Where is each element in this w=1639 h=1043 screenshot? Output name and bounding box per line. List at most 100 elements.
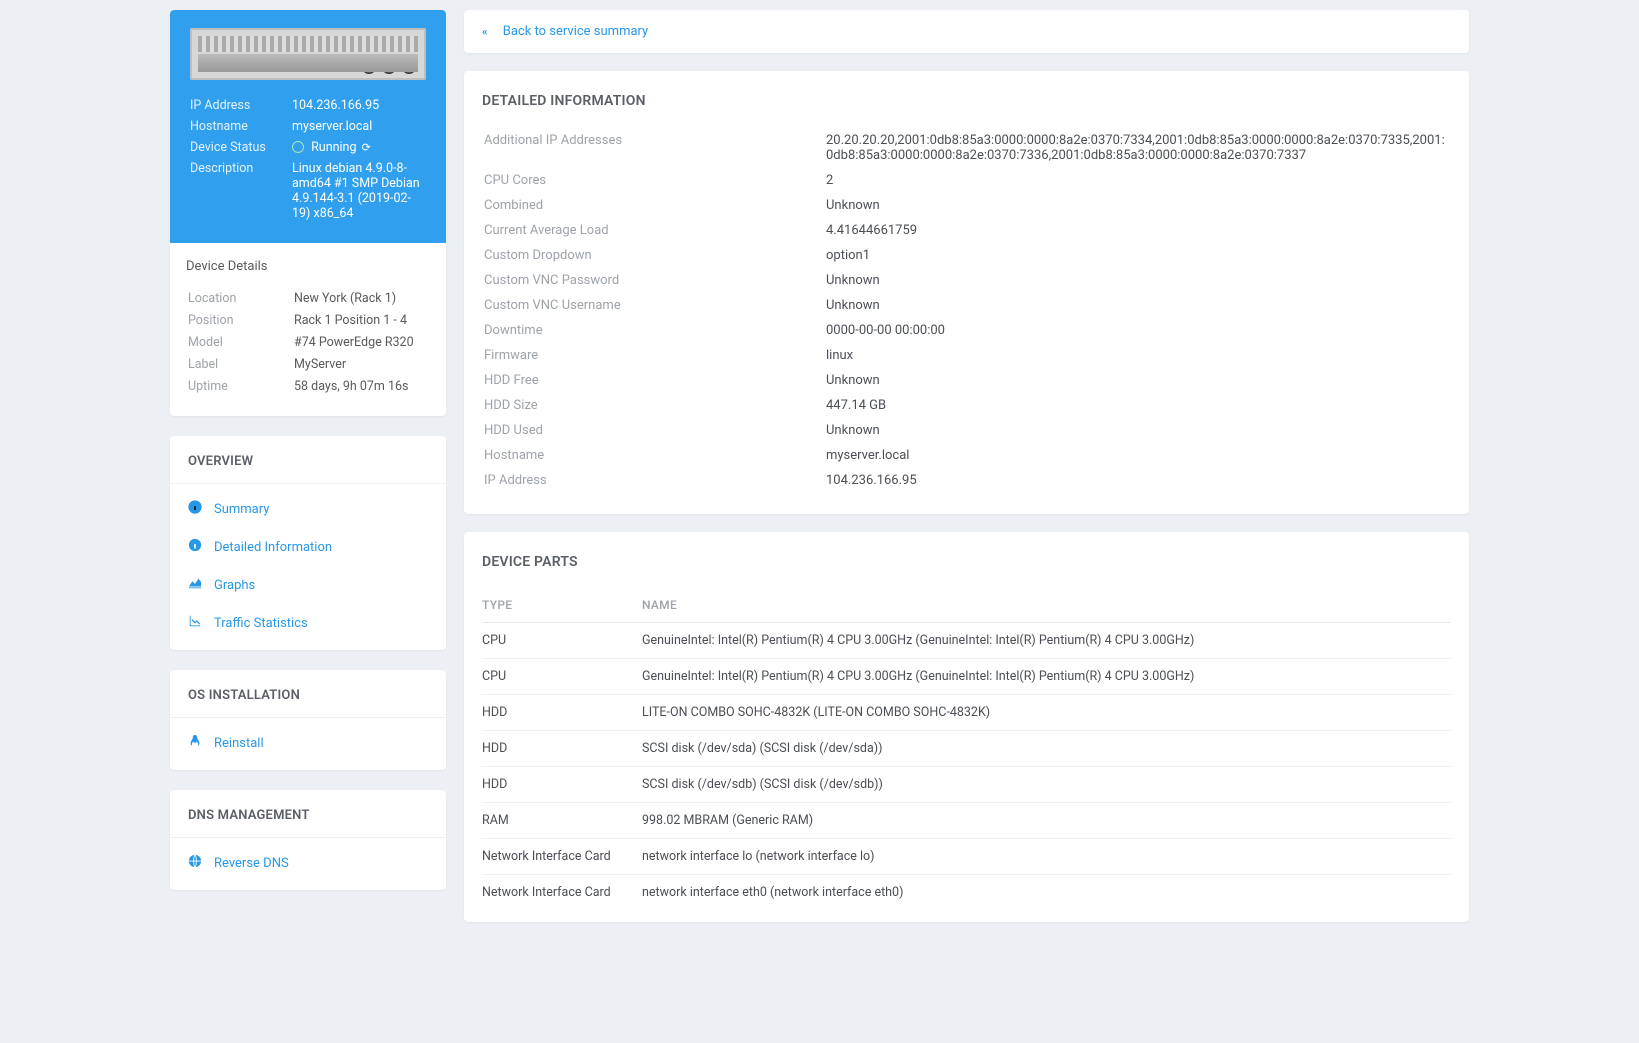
parts-row: Network Interface Cardnetwork interface …: [482, 875, 1451, 911]
parts-type: HDD: [482, 695, 642, 731]
dd-key: Position: [188, 310, 292, 330]
detailed-val: myserver.local: [826, 444, 1449, 467]
parts-name: GenuineIntel: Intel(R) Pentium(R) 4 CPU …: [642, 623, 1451, 659]
parts-head-type: TYPE: [482, 588, 642, 623]
parts-head-name: NAME: [642, 588, 1451, 623]
refresh-icon[interactable]: [360, 140, 371, 155]
detailed-key: IP Address: [484, 469, 824, 492]
detailed-val: Unknown: [826, 269, 1449, 292]
detailed-row: Custom VNC PasswordUnknown: [484, 269, 1449, 292]
detailed-info-table: Additional IP Addresses20.20.20.20,2001:…: [482, 127, 1451, 494]
parts-row: RAM998.02 MBRAM (Generic RAM): [482, 803, 1451, 839]
osinstall-item-label-reinstall: Reinstall: [214, 736, 264, 751]
hero-ip-label: IP Address: [190, 96, 290, 115]
os-install-links: Reinstall: [170, 718, 446, 770]
hero-host-value: myserver.local: [292, 117, 426, 136]
device-details-row: LocationNew York (Rack 1): [188, 288, 428, 308]
detailed-info-title: DETAILED INFORMATION: [464, 71, 1469, 119]
device-details-row: Uptime58 days, 9h 07m 16s: [188, 376, 428, 396]
device-hero-panel: IP Address 104.236.166.95 Hostname myser…: [170, 10, 446, 416]
parts-name: 998.02 MBRAM (Generic RAM): [642, 803, 1451, 839]
parts-type: CPU: [482, 659, 642, 695]
detailed-row: Current Average Load4.41644661759: [484, 219, 1449, 242]
linux-icon: [188, 734, 202, 752]
parts-type: RAM: [482, 803, 642, 839]
dns-item-label-rdns: Reverse DNS: [214, 856, 289, 871]
detailed-val: 447.14 GB: [826, 394, 1449, 417]
dns-title: DNS MANAGEMENT: [170, 790, 446, 838]
parts-type: HDD: [482, 767, 642, 803]
overview-item-label-detailed: Detailed Information: [214, 540, 332, 555]
detailed-val: Unknown: [826, 294, 1449, 317]
status-ok-icon: [292, 141, 304, 153]
page: IP Address 104.236.166.95 Hostname myser…: [0, 10, 1639, 922]
parts-name: LITE-ON COMBO SOHC-4832K (LITE-ON COMBO …: [642, 695, 1451, 731]
overview-item-label-summary: Summary: [214, 502, 269, 517]
globe-icon: [188, 854, 202, 872]
chevron-left-icon: «: [482, 25, 488, 38]
parts-row: CPUGenuineIntel: Intel(R) Pentium(R) 4 C…: [482, 659, 1451, 695]
detailed-key: Combined: [484, 194, 824, 217]
parts-name: network interface lo (network interface …: [642, 839, 1451, 875]
parts-row: Network Interface Cardnetwork interface …: [482, 839, 1451, 875]
parts-name: SCSI disk (/dev/sdb) (SCSI disk (/dev/sd…: [642, 767, 1451, 803]
parts-name: network interface eth0 (network interfac…: [642, 875, 1451, 911]
parts-type: Network Interface Card: [482, 839, 642, 875]
detailed-val: linux: [826, 344, 1449, 367]
info-icon: [188, 500, 202, 518]
dd-key: Label: [188, 354, 292, 374]
detailed-key: Custom Dropdown: [484, 244, 824, 267]
dd-key: Location: [188, 288, 292, 308]
dd-val: #74 PowerEdge R320: [294, 332, 428, 352]
overview-item-label-graphs: Graphs: [214, 578, 255, 593]
parts-row: CPUGenuineIntel: Intel(R) Pentium(R) 4 C…: [482, 623, 1451, 659]
detailed-row: HDD Size447.14 GB: [484, 394, 1449, 417]
detailed-row: CPU Cores2: [484, 169, 1449, 192]
dd-val: MyServer: [294, 354, 428, 374]
detailed-row: CombinedUnknown: [484, 194, 1449, 217]
hero-status-value: Running: [292, 138, 426, 157]
detailed-key: Current Average Load: [484, 219, 824, 242]
detailed-val: Unknown: [826, 419, 1449, 442]
detailed-val: 104.236.166.95: [826, 469, 1449, 492]
overview-item-traffic[interactable]: Traffic Statistics: [170, 604, 446, 642]
detailed-key: Custom VNC Username: [484, 294, 824, 317]
device-parts-table: TYPE NAME CPUGenuineIntel: Intel(R) Pent…: [482, 588, 1451, 910]
overview-item-summary[interactable]: Summary: [170, 490, 446, 528]
overview-item-detailed[interactable]: Detailed Information: [170, 528, 446, 566]
detailed-val: 20.20.20.20,2001:0db8:85a3:0000:0000:8a2…: [826, 129, 1449, 167]
parts-row: HDDSCSI disk (/dev/sdb) (SCSI disk (/dev…: [482, 767, 1451, 803]
device-parts-panel: DEVICE PARTS TYPE NAME CPUGenuineIntel: …: [464, 532, 1469, 922]
osinstall-item-reinstall[interactable]: Reinstall: [170, 724, 446, 762]
left-column: IP Address 104.236.166.95 Hostname myser…: [170, 10, 446, 922]
hero-host-label: Hostname: [190, 117, 290, 136]
hero-desc-value: Linux debian 4.9.0-8-amd64 #1 SMP Debian…: [292, 159, 426, 223]
parts-row: HDDLITE-ON COMBO SOHC-4832K (LITE-ON COM…: [482, 695, 1451, 731]
detailed-key: HDD Used: [484, 419, 824, 442]
detailed-key: CPU Cores: [484, 169, 824, 192]
right-column: « Back to service summary DETAILED INFOR…: [464, 10, 1469, 922]
detailed-row: Custom VNC UsernameUnknown: [484, 294, 1449, 317]
parts-name: SCSI disk (/dev/sda) (SCSI disk (/dev/sd…: [642, 731, 1451, 767]
parts-type: Network Interface Card: [482, 875, 642, 911]
detailed-key: HDD Size: [484, 394, 824, 417]
detailed-row: HDD UsedUnknown: [484, 419, 1449, 442]
detailed-val: Unknown: [826, 194, 1449, 217]
overview-item-label-traffic: Traffic Statistics: [214, 616, 308, 631]
device-details-table: LocationNew York (Rack 1)PositionRack 1 …: [186, 286, 430, 398]
detailed-row: HDD FreeUnknown: [484, 369, 1449, 392]
os-install-title: OS INSTALLATION: [170, 670, 446, 718]
overview-panel: OVERVIEW SummaryDetailed InformationGrap…: [170, 436, 446, 650]
dd-key: Uptime: [188, 376, 292, 396]
hero-ip-value: 104.236.166.95: [292, 96, 426, 115]
detailed-row: Hostnamemyserver.local: [484, 444, 1449, 467]
detailed-val: 2: [826, 169, 1449, 192]
detailed-info-panel: DETAILED INFORMATION Additional IP Addre…: [464, 71, 1469, 514]
parts-name: GenuineIntel: Intel(R) Pentium(R) 4 CPU …: [642, 659, 1451, 695]
overview-item-graphs[interactable]: Graphs: [170, 566, 446, 604]
back-link[interactable]: « Back to service summary: [482, 24, 648, 39]
dns-item-rdns[interactable]: Reverse DNS: [170, 844, 446, 882]
dns-panel: DNS MANAGEMENT Reverse DNS: [170, 790, 446, 890]
detailed-key: Custom VNC Password: [484, 269, 824, 292]
back-bar: « Back to service summary: [464, 10, 1469, 53]
